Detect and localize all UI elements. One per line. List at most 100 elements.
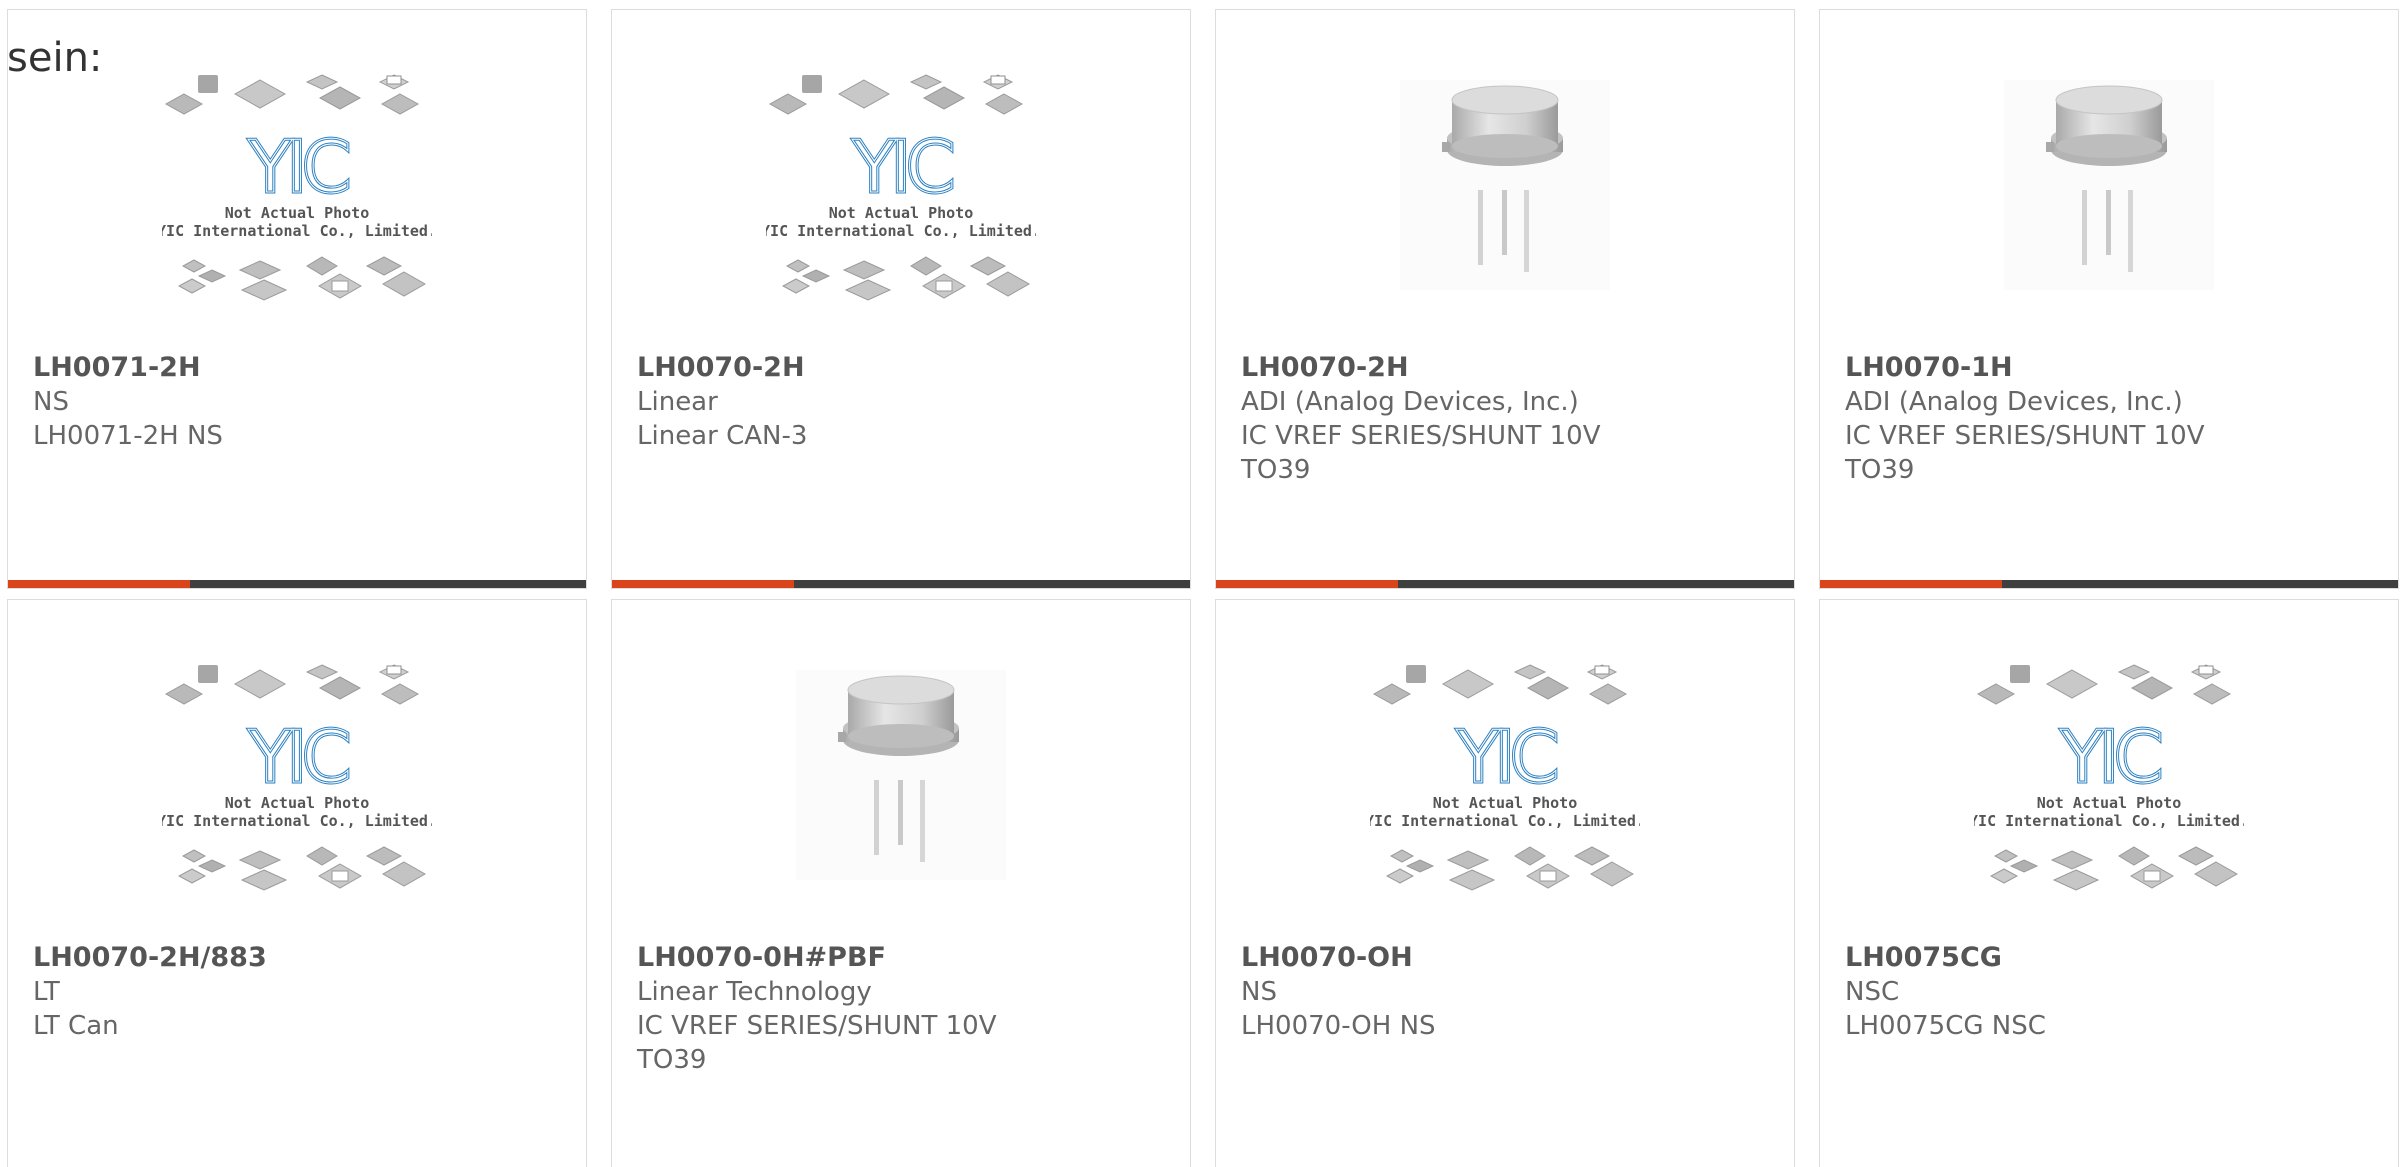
manufacturer: ADI (Analog Devices, Inc.) <box>1845 387 2183 417</box>
chip-cluster-top <box>164 74 420 115</box>
manufacturer: NS <box>33 387 69 417</box>
part-number[interactable]: LH0070-2H <box>1241 351 1778 385</box>
yic-logo-icon: YICYIC <box>1454 714 1564 801</box>
part-number[interactable]: LH0070-2H/883 <box>33 941 570 975</box>
description: IC VREF SERIES/SHUNT 10V <box>637 1011 997 1041</box>
package: TO39 <box>1241 455 1311 485</box>
product-card[interactable]: YIC YIC Not Actual Photo YIC International … <box>7 599 587 1167</box>
description: LT Can <box>33 1011 119 1041</box>
card-bottom-bar <box>1216 580 1794 588</box>
product-card[interactable]: LH0070-2H ADI (Analog Devices, Inc.) IC … <box>1215 9 1795 589</box>
manufacturer: LT <box>33 977 60 1007</box>
product-info: LH0070-OH NS LH0070-OH NS <box>1241 941 1778 1043</box>
chip-cluster-top <box>1372 664 1628 705</box>
placeholder-caption: Not Actual Photo <box>829 204 974 222</box>
part-number[interactable]: LH0070-1H <box>1845 351 2382 385</box>
placeholder-company: YIC International Co., Limited. <box>162 222 432 240</box>
product-image <box>1216 80 1794 360</box>
card-bottom-bar <box>612 580 1190 588</box>
part-number[interactable]: LH0071-2H <box>33 351 570 385</box>
product-info: LH0070-0H#PBF Linear Technology IC VREF … <box>637 941 1174 1077</box>
part-number[interactable]: LH0070-OH <box>1241 941 1778 975</box>
product-card[interactable]: LH0070-0H#PBF Linear Technology IC VREF … <box>611 599 1191 1167</box>
package: TO39 <box>637 1045 707 1075</box>
yic-logo-icon: YICYIC <box>246 124 356 211</box>
yic-logo-icon: YICYIC <box>850 124 960 211</box>
manufacturer: ADI (Analog Devices, Inc.) <box>1241 387 1579 417</box>
product-card[interactable]: YIC YIC Not Actual Photo YIC International … <box>1819 599 2399 1167</box>
placeholder-image: YICYICNot Actual PhotoYIC International … <box>162 74 432 301</box>
svg-text:YIC: YIC <box>851 125 952 209</box>
product-listing-page: sein: YIC YIC Not Actual Photo YIC Internat… <box>0 0 2400 1167</box>
product-card[interactable]: LH0070-1H ADI (Analog Devices, Inc.) IC … <box>1819 9 2399 589</box>
placeholder-image: YICYICNot Actual PhotoYIC International … <box>1370 664 1640 891</box>
chip-cluster-bottom <box>177 846 427 891</box>
card-bar-accent <box>612 580 794 588</box>
part-number[interactable]: LH0070-0H#PBF <box>637 941 1174 975</box>
product-info: LH0075CG NSC LH0075CG NSC <box>1845 941 2382 1043</box>
manufacturer: Linear <box>637 387 718 417</box>
placeholder-caption: Not Actual Photo <box>1433 794 1578 812</box>
product-card[interactable]: YIC YIC Not Actual Photo YIC International … <box>7 9 587 589</box>
chip-cluster-top <box>1976 664 2232 705</box>
placeholder-company: YIC International Co., Limited. <box>1370 812 1640 830</box>
card-bar-accent <box>1216 580 1398 588</box>
placeholder-caption: Not Actual Photo <box>225 794 370 812</box>
card-bottom-bar <box>8 580 586 588</box>
product-image: YIC YIC Not Actual Photo YIC International … <box>1216 660 1794 940</box>
manufacturer: Linear Technology <box>637 977 872 1007</box>
product-image <box>1820 80 2398 360</box>
manufacturer: NS <box>1241 977 1277 1007</box>
description: IC VREF SERIES/SHUNT 10V <box>1845 421 2205 451</box>
card-bar-accent <box>8 580 190 588</box>
product-grid: YIC YIC Not Actual Photo YIC International … <box>7 9 2399 1167</box>
placeholder-company: YIC International Co., Limited. <box>162 812 432 830</box>
part-number[interactable]: LH0075CG <box>1845 941 2382 975</box>
product-info: LH0070-2H Linear Linear CAN-3 <box>637 351 1174 453</box>
product-card[interactable]: YIC YIC Not Actual Photo YIC International … <box>611 9 1191 589</box>
product-image: YIC YIC Not Actual Photo YIC International … <box>1820 660 2398 940</box>
placeholder-image: YICYICNot Actual PhotoYIC International … <box>1974 664 2244 891</box>
svg-text:YIC: YIC <box>1455 715 1556 799</box>
chip-cluster-bottom <box>1989 846 2239 891</box>
svg-text:YIC: YIC <box>247 125 348 209</box>
chip-cluster-top <box>768 74 1024 115</box>
product-card[interactable]: YIC YIC Not Actual Photo YIC International … <box>1215 599 1795 1167</box>
product-info: LH0070-1H ADI (Analog Devices, Inc.) IC … <box>1845 351 2382 487</box>
description: LH0075CG NSC <box>1845 1011 2046 1041</box>
card-bar-accent <box>1820 580 2002 588</box>
description: IC VREF SERIES/SHUNT 10V <box>1241 421 1601 451</box>
placeholder-company: YIC International Co., Limited. <box>1974 812 2244 830</box>
card-bottom-bar <box>1820 580 2398 588</box>
chip-cluster-bottom <box>177 256 427 301</box>
to39-package-image <box>2004 80 2214 290</box>
placeholder-image: YICYICNot Actual PhotoYIC International … <box>766 74 1036 301</box>
product-image: YIC YIC Not Actual Photo YIC International … <box>8 660 586 940</box>
product-image: YIC YIC Not Actual Photo YIC International … <box>612 70 1190 350</box>
yic-logo-icon: YICYIC <box>2058 714 2168 801</box>
chip-cluster-bottom <box>781 256 1031 301</box>
product-image: YIC YIC Not Actual Photo YIC International … <box>8 70 586 350</box>
to39-package-image <box>1400 80 1610 290</box>
product-image <box>612 670 1190 950</box>
product-info: LH0070-2H/883 LT LT Can <box>33 941 570 1043</box>
package: TO39 <box>1845 455 1915 485</box>
yic-logo-icon: YICYIC <box>246 714 356 801</box>
placeholder-caption: Not Actual Photo <box>2037 794 2182 812</box>
description: LH0070-OH NS <box>1241 1011 1436 1041</box>
svg-text:YIC: YIC <box>247 715 348 799</box>
placeholder-company: YIC International Co., Limited. <box>766 222 1036 240</box>
manufacturer: NSC <box>1845 977 1900 1007</box>
chip-cluster-bottom <box>1385 846 1635 891</box>
placeholder-caption: Not Actual Photo <box>225 204 370 222</box>
to39-package-image <box>796 670 1006 880</box>
description: Linear CAN-3 <box>637 421 808 451</box>
product-info: LH0070-2H ADI (Analog Devices, Inc.) IC … <box>1241 351 1778 487</box>
placeholder-image: YICYICNot Actual PhotoYIC International … <box>162 664 432 891</box>
chip-cluster-top <box>164 664 420 705</box>
description: LH0071-2H NS <box>33 421 223 451</box>
product-info: LH0071-2H NS LH0071-2H NS <box>33 351 570 453</box>
part-number[interactable]: LH0070-2H <box>637 351 1174 385</box>
intro-text: sein: <box>7 35 103 81</box>
svg-text:YIC: YIC <box>2059 715 2160 799</box>
